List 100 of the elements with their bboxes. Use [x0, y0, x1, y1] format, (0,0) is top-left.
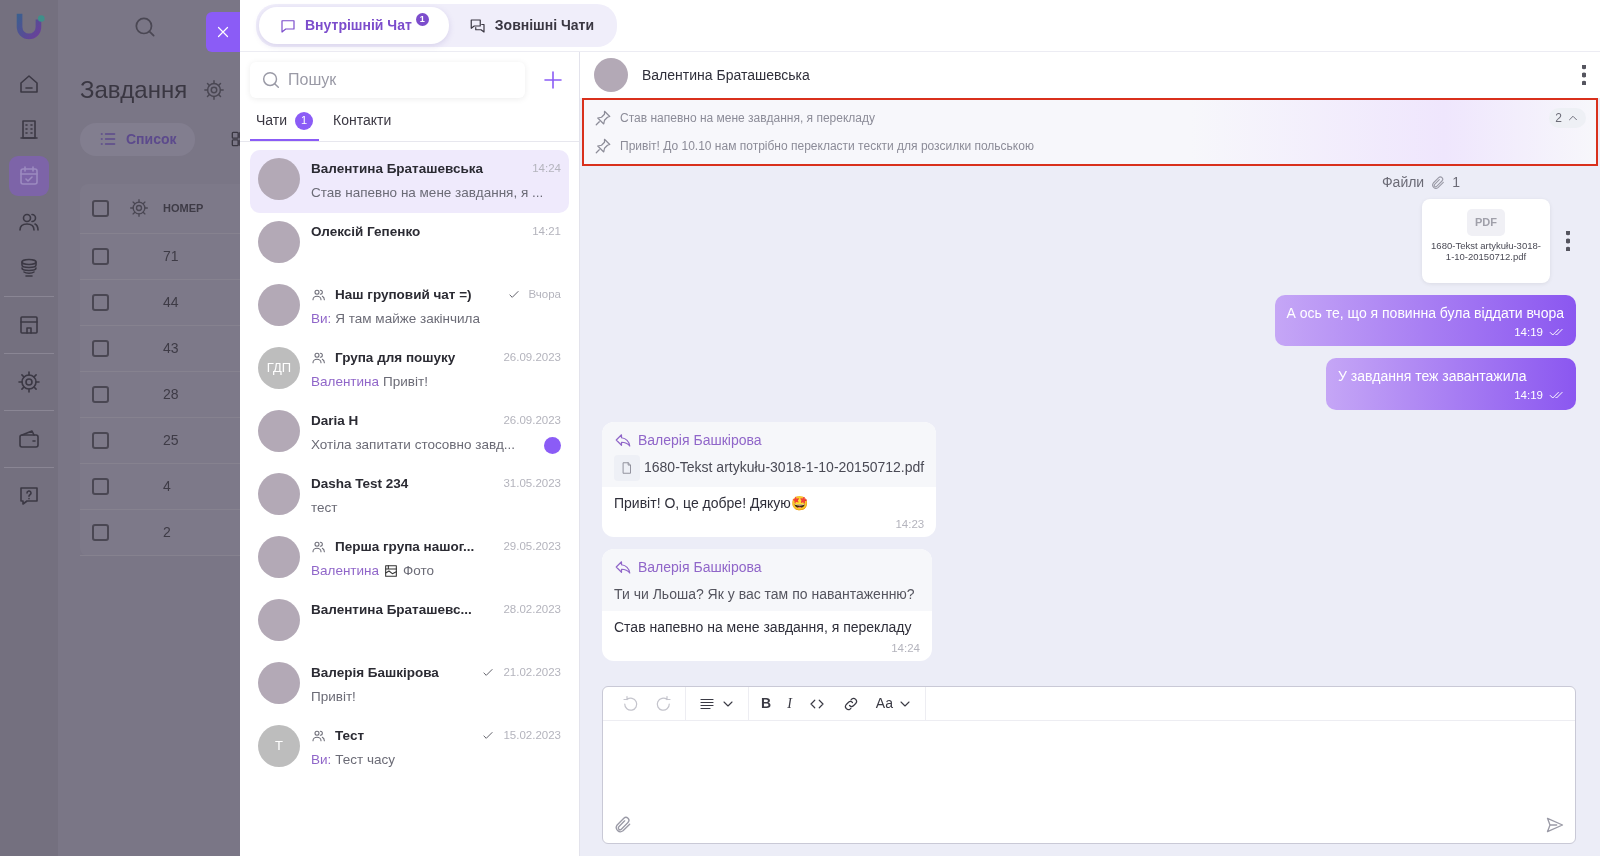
table-cell-text: 44	[163, 292, 179, 312]
wallet-icon	[17, 427, 41, 451]
chat-time: 14:21	[532, 224, 561, 240]
message-preview: Привіт!	[383, 372, 428, 391]
file-type: PDF	[1467, 209, 1505, 236]
checkbox[interactable]	[92, 385, 109, 403]
chat-time: 29.05.2023	[503, 539, 561, 555]
settings-icon[interactable]	[129, 198, 149, 219]
list-tab[interactable]: Чати 1	[250, 104, 320, 141]
document-icon	[620, 460, 634, 475]
chat-name: Наш груповий чат =)	[335, 285, 472, 304]
nav-item[interactable]	[9, 156, 49, 196]
sender-name: Ви:	[311, 750, 332, 769]
checkbox[interactable]	[92, 431, 109, 449]
undo-icon	[621, 694, 639, 713]
checkbox[interactable]	[92, 199, 109, 217]
avatar-photo	[258, 410, 300, 452]
home-icon	[17, 72, 41, 96]
chat-name: Група для пошуку	[335, 348, 456, 367]
chat-name: Валерія Башкірова	[311, 663, 439, 682]
checkbox[interactable]	[92, 293, 109, 311]
avatar-initials: ГДП	[258, 347, 300, 389]
reply-author: Валерія Башкірова	[638, 557, 762, 577]
add-button[interactable]	[541, 68, 565, 92]
reply-icon	[614, 558, 632, 577]
chat-list-item[interactable]: Валерія Башкірова 21.02.2023 Привіт!	[250, 654, 569, 717]
table-cell-text: 4	[163, 476, 171, 496]
avatar-photo	[258, 599, 300, 641]
chat-tab[interactable]: Внутрішній Чат 1	[259, 7, 449, 44]
pin-icon	[594, 109, 612, 127]
chat-name: Валентина Браташевська	[311, 159, 483, 178]
table-cell-text: 2	[163, 522, 171, 542]
list-tab[interactable]: Контакти	[327, 104, 398, 141]
bold-button[interactable]: B	[755, 689, 778, 718]
italic-button[interactable]: I	[781, 689, 798, 718]
more-button[interactable]	[1566, 231, 1570, 251]
checkbox[interactable]	[92, 247, 109, 265]
chat-time: 14:24	[532, 161, 561, 177]
message-text: А ось те, що я повинна була віддати вчора	[1286, 304, 1564, 323]
plus-icon	[541, 68, 565, 92]
help-icon	[17, 484, 41, 508]
pinned-count-toggle[interactable]: 2	[1549, 108, 1586, 128]
table-cell-text: 28	[163, 384, 179, 404]
files-label: Файли	[1381, 173, 1425, 192]
avatar-photo	[258, 536, 300, 578]
chat-tab[interactable]: Зовнішні Чати	[448, 7, 615, 44]
chat-list-item[interactable]: Олексій Гепенко 14:21	[250, 213, 569, 276]
message-time: 14:19	[1514, 325, 1543, 340]
search-field[interactable]: Пошук	[250, 62, 525, 98]
paperclip-icon	[613, 815, 633, 835]
chat-list-item[interactable]: Dasha Test 234 31.05.2023 тест	[250, 465, 569, 528]
chat-time: 21.02.2023	[503, 665, 561, 681]
message-preview: Фото	[403, 561, 435, 580]
message-text: У завдання теж завантажила	[1338, 367, 1528, 387]
file-card[interactable]: PDF 1680-Tekst artykułu-3018-1-10-20150712.pdf	[1422, 199, 1550, 283]
font-button[interactable]: Aa	[869, 689, 919, 718]
chat-list-item[interactable]: Daria H 26.09.2023 Хотіла запитати стосовно завд...	[250, 402, 569, 465]
more-button[interactable]	[1582, 65, 1586, 85]
file-name: 1680-Tekst artykułu-3018-1-10-20150712.pdf	[1430, 239, 1542, 264]
chat-list-item[interactable]: Валентина Браташевс... 28.02.2023	[250, 591, 569, 654]
contact-name: Валентина Браташевська	[642, 65, 811, 85]
checkbox[interactable]	[92, 523, 109, 541]
redo-icon	[655, 694, 673, 713]
avatar-photo	[258, 221, 300, 263]
settings-icon[interactable]	[203, 79, 226, 102]
reply-author: Валерія Башкірова	[638, 430, 762, 450]
quoted-text: Ти чи Льоша? Як у вас там по навантаженню?	[614, 584, 916, 604]
calendar-icon	[17, 164, 41, 188]
message-preview: Хотіла запитати стосовно завд...	[311, 435, 516, 454]
chat-name: Перша група нашог...	[335, 537, 475, 556]
message-time: 14:19	[1514, 388, 1543, 404]
attach-button[interactable]	[613, 815, 633, 835]
chat-list-item[interactable]: ГДП Група для пошуку 26.09.2023 Валентина Привіт!	[250, 339, 569, 402]
building-icon	[17, 118, 41, 142]
send-button[interactable]	[1545, 815, 1565, 835]
checkbox[interactable]	[92, 339, 109, 357]
avatar-photo	[258, 662, 300, 704]
chat-list-item[interactable]: Перша група нашог... 29.05.2023 Валентина Фото	[250, 528, 569, 591]
table-cell-text: 25	[163, 430, 179, 450]
message-text: Став напевно на мене завдання, я перекладу	[613, 617, 913, 637]
sender-name: Валентина	[311, 561, 380, 580]
chat-list-item[interactable]: Т Тест 15.02.2023 Ви: Тест часу	[250, 717, 569, 780]
sender-name: Валентина	[311, 372, 380, 391]
message-preview: Привіт!	[311, 687, 356, 706]
pin-icon	[594, 137, 612, 155]
chat-list-item[interactable]: Валентина Браташевська 14:24 Став напевно на мене завдання, я ...	[250, 150, 569, 213]
column-header: НОМЕР	[163, 201, 204, 217]
checkbox[interactable]	[92, 477, 109, 495]
sender-name: Ви:	[311, 309, 332, 328]
send-icon	[1545, 815, 1565, 835]
chat-name: Валентина Браташевс...	[311, 600, 472, 619]
chat-time: 26.09.2023	[503, 350, 561, 366]
close-button[interactable]	[206, 12, 240, 52]
avatar-photo	[258, 284, 300, 326]
avatar-initials: Т	[258, 725, 300, 767]
message-time: 14:23	[895, 516, 925, 532]
chat-list-item[interactable]: Наш груповий чат =) Вчора Ви: Я там майже закінчила	[250, 276, 569, 339]
table-cell-text: 71	[163, 246, 179, 266]
chat-time: 31.05.2023	[503, 476, 561, 492]
settings-icon	[17, 370, 41, 394]
